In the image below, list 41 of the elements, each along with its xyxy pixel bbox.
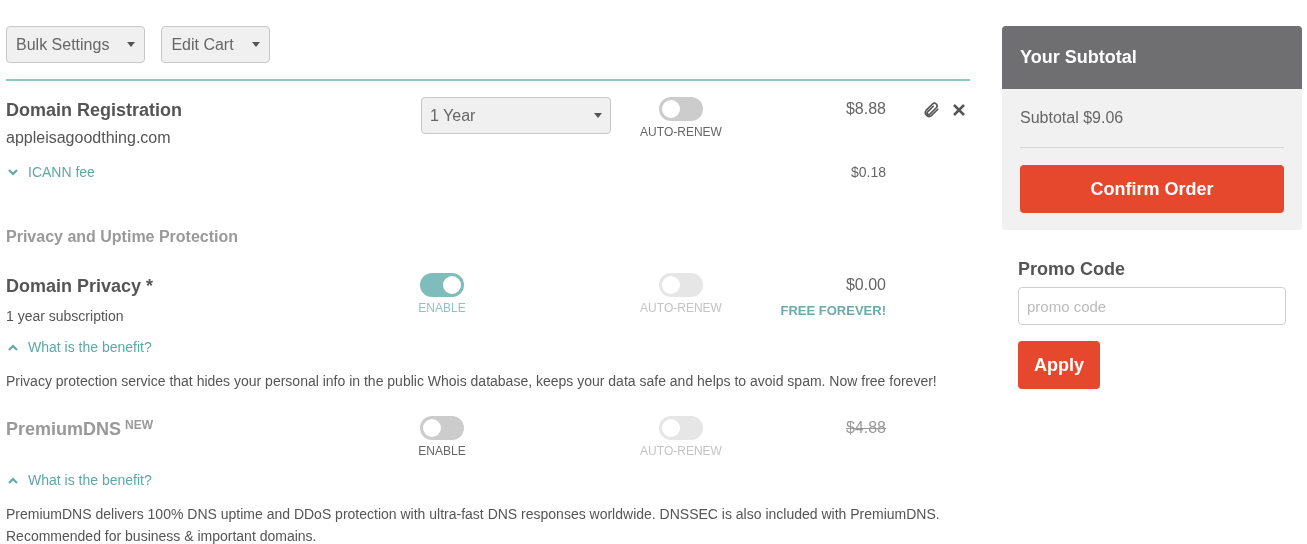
toggle-label: AUTO-RENEW: [640, 443, 722, 460]
fee-price: $0.18: [849, 163, 886, 182]
promo-code-field[interactable]: promo code: [1018, 287, 1286, 325]
benefit-link[interactable]: What is the benefit?: [28, 470, 152, 491]
subtotal-title: Your Subtotal: [1020, 46, 1137, 69]
chevron-up-icon[interactable]: [8, 477, 18, 484]
chevron-down-icon[interactable]: [8, 169, 18, 176]
dropdown-button[interactable]: Bulk Settings: [6, 26, 146, 63]
price: $8.88: [844, 99, 886, 119]
period-select[interactable]: 1 Year: [421, 97, 611, 134]
product-subtitle: 1 year subscription: [6, 307, 125, 326]
toggle-label: ENABLE: [418, 300, 466, 317]
price-note: FREE FOREVER!: [780, 302, 886, 320]
fee-toggle-link[interactable]: ICANN fee: [28, 162, 95, 183]
caret-icon: [594, 113, 602, 118]
domain-name: appleisagoodthing.com: [6, 128, 172, 148]
toggle-switch[interactable]: [420, 416, 464, 440]
close-icon[interactable]: [952, 103, 966, 117]
item-title: Domain Registration: [6, 99, 184, 122]
toggle-label: ENABLE: [418, 443, 466, 460]
benefit-description: Privacy protection service that hides your personal info in the public Whois database, keeps your data safe and helps to avoid spam. Now free forever!: [6, 372, 938, 391]
promo-label: Promo Code: [1018, 258, 1126, 281]
apply-button[interactable]: Apply: [1018, 341, 1100, 389]
chevron-up-icon[interactable]: [8, 344, 18, 351]
price: $4.88: [845, 418, 886, 438]
subtotal-amount: Subtotal $9.06: [1020, 106, 1284, 148]
dropdown-button[interactable]: Edit Cart: [161, 26, 270, 63]
benefit-description: PremiumDNS delivers 100% DNS uptime and DDoS protection with ultra-fast DNS responses worldwide. DNSSEC is also included with PremiumDNS. Recommended for business & important domains.: [6, 505, 941, 544]
toggle-label: AUTO-RENEW: [640, 124, 722, 141]
product-name: PremiumDNS $^{NEW}$: [6, 417, 155, 441]
confirm-order-button[interactable]: Confirm Order: [1020, 165, 1284, 213]
product-name: Domain Privacy *: [6, 275, 155, 298]
benefit-link[interactable]: What is the benefit?: [28, 337, 152, 358]
paperclip-icon[interactable]: [922, 101, 940, 119]
caret-icon: [127, 42, 136, 47]
price: $0.00: [845, 275, 886, 295]
toggle-label: AUTO-RENEW: [640, 300, 722, 317]
section-title: Privacy and Uptime Protection: [6, 227, 240, 247]
toggle-switch[interactable]: [420, 273, 464, 297]
toggle-switch[interactable]: [659, 97, 703, 121]
caret-icon: [251, 42, 260, 47]
